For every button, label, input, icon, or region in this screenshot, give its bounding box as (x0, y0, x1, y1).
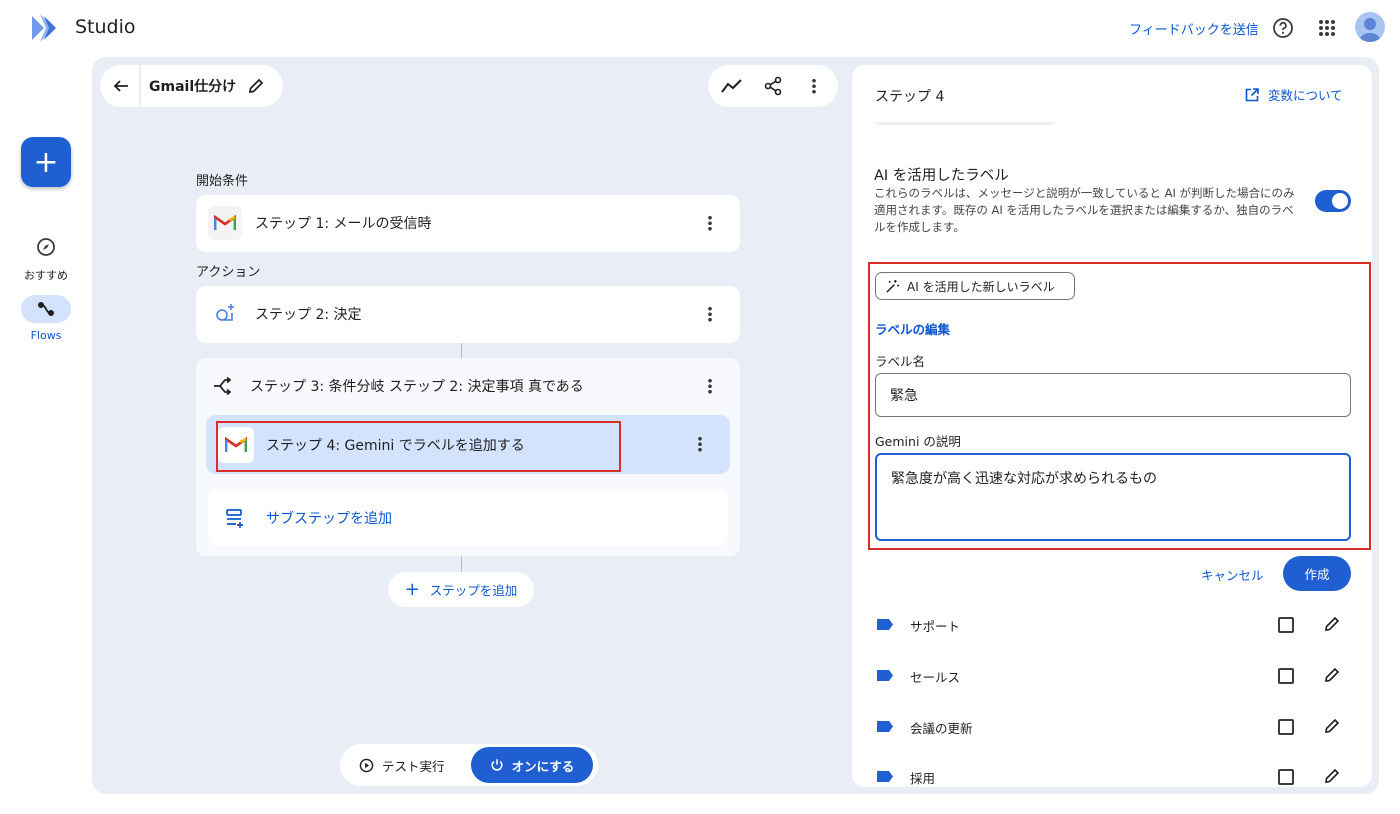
label-item-checkbox[interactable] (1278, 719, 1294, 735)
help-icon[interactable] (1269, 14, 1297, 42)
create-button[interactable]: 作成 (1283, 556, 1351, 591)
more-options-icon[interactable] (796, 68, 832, 104)
flow-title: Gmail仕分け (149, 79, 237, 95)
edit-title-pencil-icon[interactable] (238, 68, 274, 104)
ai-label-heading: AI を活用したラベル (874, 168, 1009, 184)
back-arrow-icon[interactable] (103, 68, 139, 104)
test-run-label: テスト実行 (382, 758, 445, 774)
step-4-menu-icon[interactable] (688, 432, 712, 456)
add-step-label: ステップを追加 (429, 583, 518, 598)
annotation-highlight-label-editor (868, 262, 1371, 550)
label-item-checkbox[interactable] (1278, 617, 1294, 633)
plus-icon: + (404, 579, 420, 600)
label-edit-pencil-icon[interactable] (1321, 765, 1343, 787)
label-item-name: セールス (910, 670, 961, 685)
run-controls: テスト実行 オンにする (340, 744, 598, 786)
step-card-1[interactable]: ステップ 1: メールの受信時 (196, 195, 740, 252)
add-substep-button[interactable]: サブステップを追加 (208, 489, 728, 546)
rail-item-recommended[interactable]: おすすめ (14, 233, 78, 283)
label-edit-pencil-icon[interactable] (1321, 613, 1343, 635)
compass-icon (21, 233, 71, 261)
turn-on-label: オンにする (511, 758, 575, 774)
play-circle-icon (359, 758, 374, 772)
branch-icon (208, 372, 236, 400)
step-3-menu-icon[interactable] (698, 374, 722, 398)
label-item-name: 採用 (910, 771, 936, 786)
variables-link-label: 変数について (1268, 88, 1343, 103)
ai-label-description: これらのラベルは、メッセージと説明が一致していると AI が判断した場合にのみ適… (874, 186, 1295, 234)
feedback-link[interactable]: フィードバックを送信 (1129, 19, 1259, 38)
test-run-button[interactable]: テスト実行 (359, 756, 445, 775)
power-icon (491, 759, 503, 771)
step-1-label: ステップ 1: メールの受信時 (255, 216, 432, 232)
label-tag-icon (877, 670, 893, 681)
create-flow-button[interactable]: + (21, 137, 71, 187)
step-3-label[interactable]: ステップ 3: 条件分岐 ステップ 2: 決定事項 真である (250, 376, 584, 396)
step-2-menu-icon[interactable] (698, 302, 722, 326)
flows-icon (21, 295, 71, 323)
connector-line (461, 556, 462, 572)
label-item-checkbox[interactable] (1278, 668, 1294, 684)
label-tag-icon (877, 771, 893, 782)
label-tag-icon (877, 619, 893, 630)
brand-name: Studio (75, 16, 136, 38)
turn-on-button[interactable]: オンにする (471, 747, 593, 783)
variables-link[interactable]: 変数について (1244, 85, 1343, 104)
annotation-highlight-step-4 (216, 421, 621, 472)
label-edit-pencil-icon[interactable] (1321, 715, 1343, 737)
apps-grid-icon[interactable] (1313, 14, 1341, 42)
activity-chart-icon[interactable] (714, 68, 750, 104)
start-condition-heading: 開始条件 (196, 174, 249, 189)
add-substep-label: サブステップを追加 (266, 510, 392, 527)
open-external-icon (1245, 87, 1259, 101)
gmail-icon (208, 206, 242, 240)
decision-icon (208, 297, 242, 331)
label-item-name: サポート (910, 619, 961, 634)
rail-label-recommended: おすすめ (24, 269, 68, 282)
connector-line (461, 343, 462, 358)
share-icon[interactable] (755, 68, 791, 104)
studio-logo-icon (30, 12, 64, 44)
step-2-label: ステップ 2: 決定 (255, 307, 362, 323)
account-avatar[interactable] (1355, 12, 1385, 42)
toggle-knob (1332, 193, 1348, 209)
step-card-2[interactable]: ステップ 2: 決定 (196, 286, 740, 343)
step-1-menu-icon[interactable] (698, 211, 722, 235)
rail-item-flows[interactable]: Flows (14, 295, 78, 342)
add-step-button[interactable]: + ステップを追加 (388, 572, 534, 607)
add-substep-icon (224, 506, 248, 530)
ai-label-toggle[interactable] (1315, 190, 1351, 212)
flow-toolbar (708, 65, 838, 107)
label-edit-pencil-icon[interactable] (1321, 664, 1343, 686)
flow-title-bar: Gmail仕分け (100, 65, 283, 107)
rail-label-flows: Flows (30, 329, 62, 342)
top-bar: Studio フィードバックを送信 (0, 0, 1400, 56)
scroll-indicator (876, 122, 1055, 125)
actions-heading: アクション (196, 265, 261, 280)
label-tag-icon (877, 721, 893, 732)
label-item-name: 会議の更新 (910, 721, 973, 736)
cancel-button[interactable]: キャンセル (1201, 565, 1264, 584)
divider (139, 65, 141, 107)
panel-title: ステップ 4 (875, 89, 945, 105)
label-item-checkbox[interactable] (1278, 769, 1294, 785)
